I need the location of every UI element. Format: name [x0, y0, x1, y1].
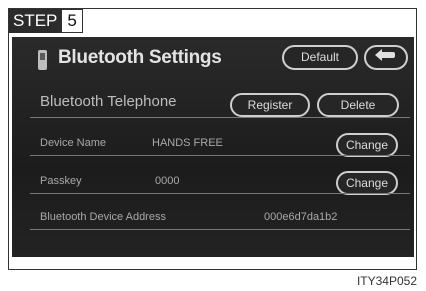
divider: [30, 193, 410, 194]
page-title: Bluetooth Settings: [58, 47, 222, 68]
divider: [30, 155, 410, 156]
device-name-label: Device Name: [40, 137, 107, 149]
device-name-value: HANDS FREE: [152, 137, 223, 149]
bluetooth-settings-screen: Bluetooth Settings Default Bluetooth Tel…: [12, 37, 414, 257]
back-arrow-icon: [375, 49, 395, 61]
change-device-name-button[interactable]: Change: [336, 133, 398, 157]
back-button[interactable]: [364, 45, 408, 70]
section-title: Bluetooth Telephone: [40, 93, 177, 110]
default-button[interactable]: Default: [282, 45, 358, 70]
divider: [30, 229, 410, 230]
bt-address-label: Bluetooth Device Address: [40, 211, 166, 223]
passkey-label: Passkey: [40, 175, 82, 187]
step-number: 5: [61, 9, 83, 33]
phone-icon: [38, 50, 47, 70]
figure-caption: ITY34P052: [356, 274, 417, 288]
step-label: STEP: [9, 9, 62, 33]
passkey-value: 0000: [155, 175, 180, 187]
delete-button[interactable]: Delete: [317, 93, 399, 117]
change-passkey-button[interactable]: Change: [336, 171, 398, 195]
divider: [30, 117, 410, 118]
step-badge: STEP 5: [9, 9, 83, 33]
bt-address-value: 000e6d7da1b2: [264, 211, 338, 223]
register-button[interactable]: Register: [230, 93, 310, 117]
